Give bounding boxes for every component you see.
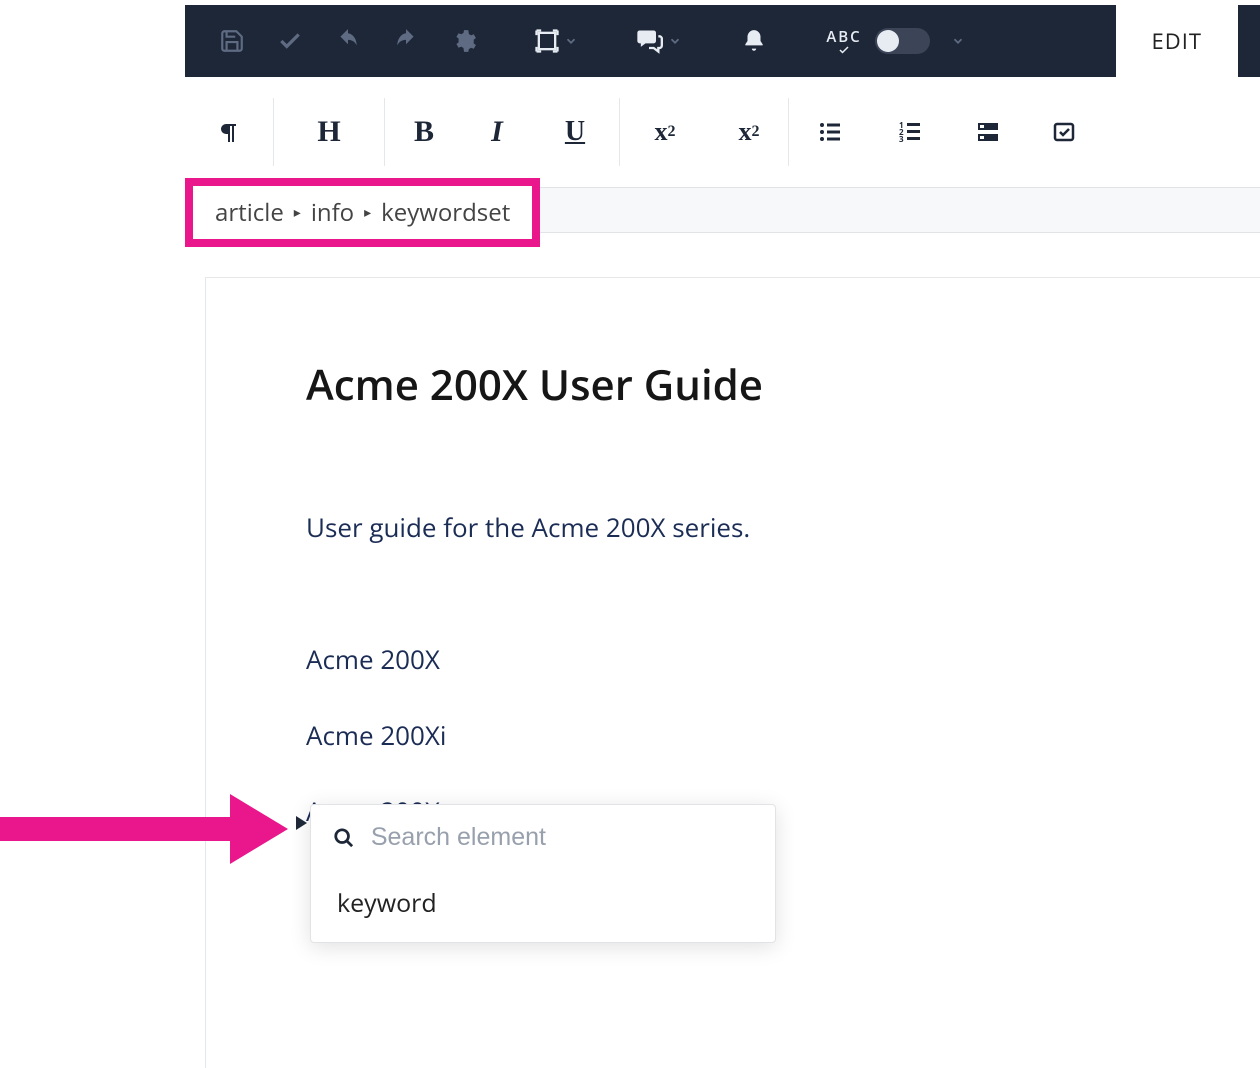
edit-tab[interactable]: EDIT: [1116, 5, 1238, 77]
chevron-down-icon: [668, 34, 682, 48]
comments-dropdown[interactable]: [663, 34, 687, 48]
confirm-button[interactable]: [261, 5, 319, 77]
formatting-toolbar: H B I U x2 x2 123: [185, 77, 1260, 187]
keyword-list: Acme 200X Acme 200Xi Acme 200Xs: [306, 641, 1260, 829]
check-icon: [277, 28, 303, 54]
layout-icon: [533, 27, 561, 55]
redo-button[interactable]: [377, 5, 435, 77]
toolbar-trailing: [1238, 5, 1260, 77]
undo-button[interactable]: [319, 5, 377, 77]
paragraph-button[interactable]: [185, 98, 273, 166]
undo-icon: [333, 28, 363, 54]
svg-text:3: 3: [899, 134, 904, 144]
insertion-cursor-icon: [296, 816, 307, 830]
save-icon: [219, 28, 245, 54]
document-title[interactable]: Acme 200X User Guide: [306, 356, 1260, 413]
arrow-shaft: [0, 817, 238, 841]
chevron-down-icon: [564, 34, 578, 48]
underline-button[interactable]: U: [531, 98, 619, 166]
edit-tab-label: EDIT: [1152, 26, 1202, 56]
superscript-button[interactable]: x2: [620, 98, 710, 166]
redo-icon: [391, 28, 421, 54]
list-block-icon: [974, 120, 1002, 144]
keyword-item[interactable]: Acme 200X: [306, 641, 1260, 677]
breadcrumb-item[interactable]: keywordset: [381, 196, 510, 229]
element-popup-wrap: keyword: [310, 804, 776, 943]
element-search-popup: keyword: [310, 804, 776, 943]
breadcrumb-item[interactable]: info: [311, 196, 354, 229]
bold-button[interactable]: B: [385, 98, 463, 166]
search-icon: [333, 826, 355, 850]
keyword-item[interactable]: Acme 200Xi: [306, 717, 1260, 753]
checklist-icon: [1051, 120, 1077, 144]
comments-icon: [633, 27, 665, 55]
subscript-button[interactable]: x2: [710, 98, 788, 166]
document-subtitle[interactable]: User guide for the Acme 200X series.: [306, 509, 1260, 545]
chevron-down-icon: [951, 34, 965, 48]
check-icon: [835, 44, 853, 56]
chevron-right-icon: ▸: [364, 203, 371, 222]
document-panel: Acme 200X User Guide User guide for the …: [205, 277, 1260, 1068]
notifications-button[interactable]: [725, 5, 783, 77]
breadcrumb-bar: article ▸ info ▸ keywordset: [185, 187, 1260, 233]
list-numbered-icon: 123: [896, 120, 924, 144]
popup-option-keyword[interactable]: keyword: [311, 870, 775, 942]
list-bullet-icon: [816, 120, 844, 144]
toggle-knob: [877, 30, 899, 52]
annotation-arrow: [0, 799, 290, 859]
numbered-list-button[interactable]: 123: [871, 98, 949, 166]
checklist-button[interactable]: [1027, 98, 1101, 166]
settings-button[interactable]: [435, 5, 493, 77]
spellcheck-indicator: ABC: [819, 27, 869, 56]
search-element-input[interactable]: [371, 823, 753, 852]
spellcheck-toggle[interactable]: [875, 28, 930, 54]
spellcheck-dropdown[interactable]: [946, 34, 970, 48]
arrow-head-icon: [230, 794, 288, 864]
chevron-right-icon: ▸: [294, 203, 301, 222]
layout-dropdown[interactable]: [559, 34, 583, 48]
top-toolbar: ABC EDIT: [185, 5, 1260, 77]
pilcrow-icon: [217, 117, 241, 147]
breadcrumb: article ▸ info ▸ keywordset: [185, 178, 540, 247]
gear-icon: [451, 28, 477, 54]
heading-button[interactable]: H: [274, 98, 384, 166]
search-row: [311, 805, 775, 870]
bullet-list-button[interactable]: [789, 98, 871, 166]
block-list-button[interactable]: [949, 98, 1027, 166]
save-button[interactable]: [203, 5, 261, 77]
breadcrumb-item[interactable]: article: [215, 196, 284, 229]
bell-icon: [741, 27, 767, 55]
italic-button[interactable]: I: [463, 98, 531, 166]
